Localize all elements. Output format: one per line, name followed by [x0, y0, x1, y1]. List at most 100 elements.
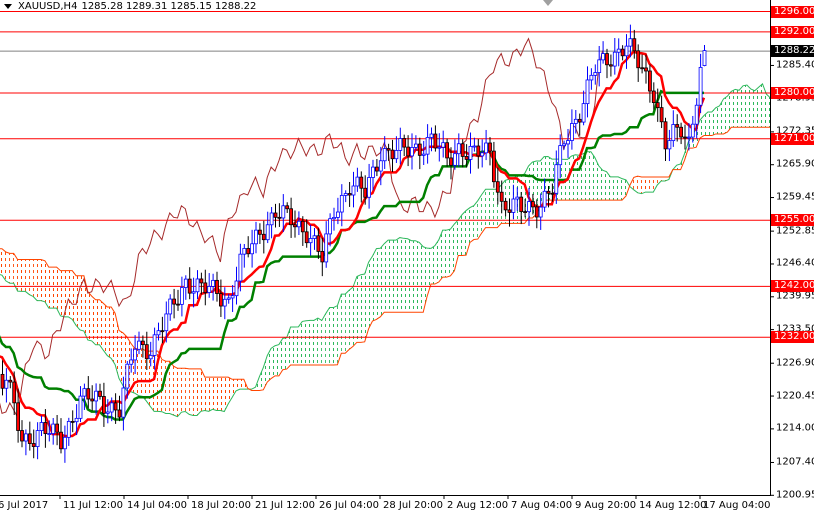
candle-body: [394, 150, 399, 160]
cloud-segment: [434, 239, 439, 285]
cloud-segment: [380, 243, 385, 317]
cloud-segment: [345, 290, 350, 354]
candle: [371, 159, 375, 191]
candle: [406, 135, 411, 167]
candle-body: [43, 422, 48, 435]
candle-body: [129, 359, 134, 365]
candle-body: [351, 185, 356, 196]
candle-body: [421, 153, 426, 156]
candle-body: [20, 430, 24, 442]
chart-shift-marker-icon[interactable]: [543, 0, 553, 6]
cloud-segment: [477, 194, 482, 240]
candle-body: [601, 53, 605, 61]
candle-body: [620, 48, 625, 57]
cloud-segment: [411, 240, 416, 313]
cloud-segment: [33, 259, 38, 301]
candle: [663, 117, 668, 162]
candle: [382, 136, 387, 169]
candle: [581, 90, 586, 126]
cloud-segment: [707, 111, 712, 136]
candle-body: [312, 235, 317, 239]
cloud-segment: [470, 205, 474, 243]
candle-body: [499, 191, 504, 202]
candle-body: [125, 363, 130, 389]
x-tick-label: 11 Jul 12:00: [63, 500, 123, 511]
candle: [27, 421, 32, 451]
candle: [230, 285, 235, 312]
cloud-segment: [415, 240, 420, 313]
cloud-segment: [204, 377, 209, 412]
x-tick-label: 6 Jul 2017: [0, 500, 49, 511]
candle-body: [195, 278, 200, 293]
candle: [257, 223, 262, 244]
cloud-segment: [493, 189, 498, 228]
y-tick-label: 1246.40: [776, 257, 814, 269]
cloud-segment: [216, 377, 221, 411]
candle-body: [31, 443, 36, 447]
cloud-segment: [388, 240, 392, 313]
candle-body: [164, 313, 169, 332]
candle: [195, 270, 200, 300]
candle: [86, 376, 91, 409]
candle-body: [222, 298, 227, 307]
cloud-segment: [746, 85, 751, 128]
candle-body: [406, 146, 411, 157]
candle-body: [413, 143, 418, 148]
candle: [242, 244, 247, 268]
candle-body: [234, 280, 239, 297]
candle: [671, 110, 676, 147]
candle-body: [495, 181, 500, 193]
candle: [35, 422, 40, 460]
candle-body: [316, 235, 321, 252]
candle-body: [573, 118, 578, 124]
cloud-segment: [87, 291, 92, 341]
chart-window: XAUUSD,H4 1285.28 1289.31 1285.15 1288.2…: [0, 0, 814, 514]
candle-body: [277, 216, 282, 219]
candle: [441, 130, 446, 158]
candle: [367, 163, 372, 209]
candle-body: [4, 379, 9, 389]
cloud-segment: [224, 377, 229, 412]
candle-body: [640, 67, 644, 70]
candle-body: [398, 138, 403, 151]
candle-body: [632, 38, 637, 52]
candle: [605, 48, 609, 79]
candle: [679, 122, 683, 145]
ohlc-label: 1285.28 1289.31 1285.15 1288.22: [81, 1, 257, 12]
candle-body: [250, 243, 255, 255]
candle-body: [35, 430, 40, 447]
dropdown-triangle-icon[interactable]: [4, 4, 12, 9]
candle-body: [218, 293, 223, 307]
cloud-segment: [735, 89, 740, 128]
candle-body: [179, 287, 184, 305]
candle: [117, 395, 122, 422]
candle: [597, 45, 602, 87]
candle: [94, 383, 98, 415]
candle-body: [90, 398, 95, 402]
price-chart[interactable]: [0, 0, 814, 514]
cloud-segment: [485, 189, 490, 228]
y-tick-label: 1285.40: [776, 59, 814, 71]
candle-body: [359, 176, 364, 189]
candle-body: [527, 201, 531, 213]
candle-body: [531, 201, 535, 208]
cloud-segment: [407, 238, 412, 313]
cloud-segment: [60, 270, 65, 317]
cloud-segment: [395, 237, 400, 313]
cloud-segment: [48, 267, 53, 309]
candle-body: [339, 195, 344, 213]
candle-body: [168, 298, 173, 315]
candle: [39, 415, 44, 437]
cloud-segment: [384, 240, 389, 313]
candle-body: [261, 233, 266, 241]
cloud-segment: [349, 287, 353, 350]
candle-body: [203, 282, 208, 293]
candle-body: [566, 140, 570, 145]
candle: [425, 124, 430, 164]
candle-body: [648, 70, 652, 92]
cloud-segment: [169, 361, 174, 416]
candle-body: [0, 373, 5, 389]
candle: [312, 228, 317, 250]
cloud-segment: [325, 307, 330, 366]
y-tick-label: 1226.90: [776, 357, 814, 369]
